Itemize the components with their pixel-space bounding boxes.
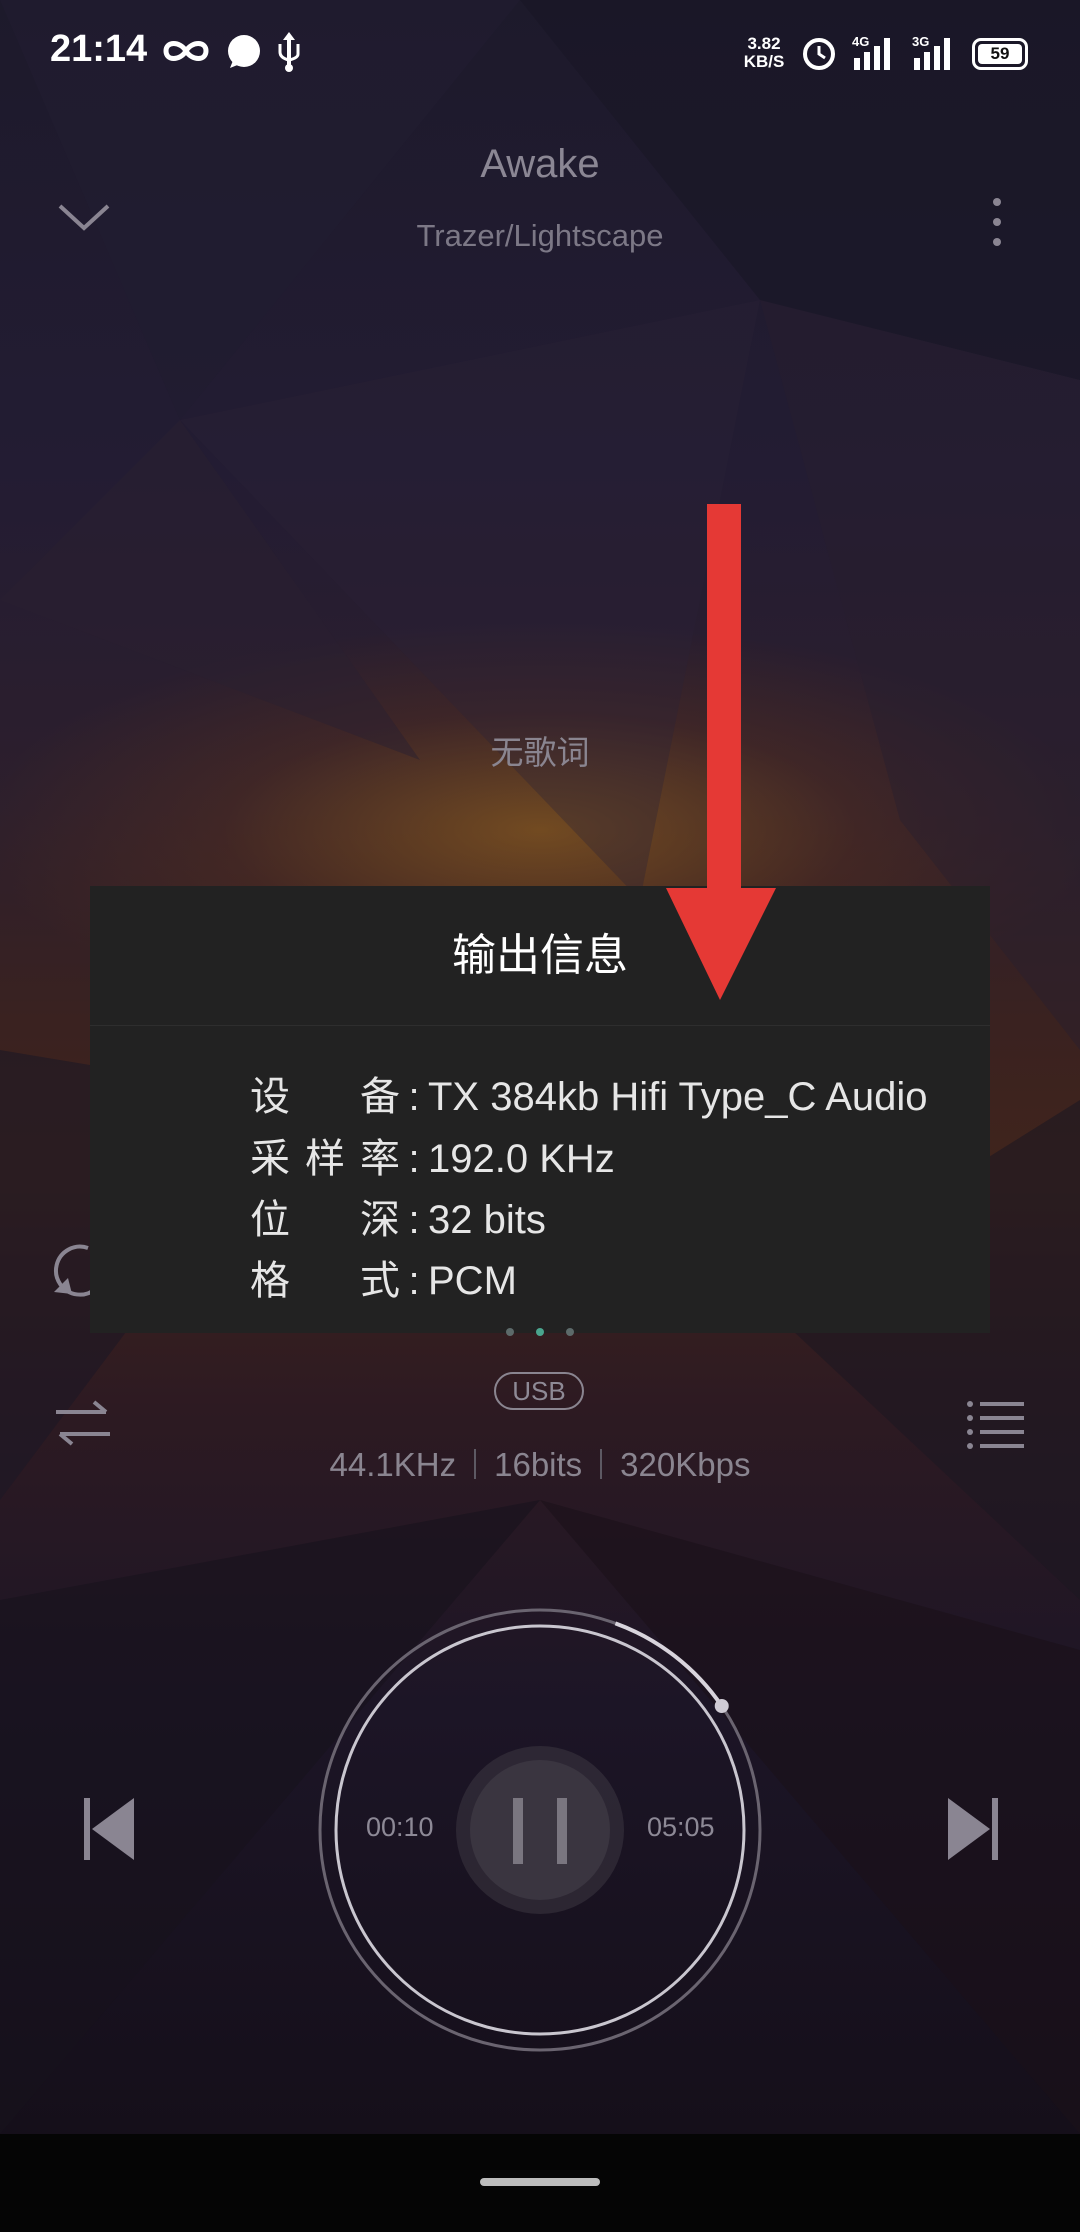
info-value: 192.0 KHz bbox=[428, 1137, 615, 1181]
shuffle-icon[interactable] bbox=[54, 1398, 114, 1448]
sample-rate: 44.1KHz bbox=[329, 1446, 457, 1483]
annotation-arrow-icon bbox=[666, 504, 776, 1000]
info-value: 32 bits bbox=[428, 1198, 546, 1242]
pause-button[interactable] bbox=[470, 1760, 610, 1900]
next-icon[interactable] bbox=[944, 1796, 1000, 1862]
audio-format-info: 44.1KHz 16bits 320Kbps bbox=[0, 1446, 1080, 1484]
info-label: 位深 bbox=[250, 1198, 400, 1242]
info-separator: : bbox=[408, 1075, 420, 1119]
output-badge[interactable]: USB bbox=[494, 1372, 584, 1410]
pause-icon bbox=[513, 1798, 523, 1864]
divider bbox=[474, 1449, 477, 1479]
info-value: PCM bbox=[428, 1259, 517, 1303]
info-row-format: 格式: PCM bbox=[250, 1248, 517, 1306]
home-indicator[interactable] bbox=[480, 2178, 600, 2186]
info-row-bit-depth: 位深:32 bits bbox=[250, 1187, 546, 1245]
info-row-device: 设备: TX 384kb Hifi Type_C Audio bbox=[250, 1064, 928, 1122]
page-dots bbox=[506, 1328, 574, 1336]
info-separator: : bbox=[408, 1137, 420, 1181]
playlist-icon[interactable] bbox=[966, 1398, 1026, 1452]
info-label: 采样率 bbox=[250, 1137, 400, 1181]
total-duration: 05:05 bbox=[647, 1812, 715, 1842]
info-separator: : bbox=[408, 1259, 420, 1303]
progress-knob[interactable] bbox=[714, 1699, 729, 1714]
divider bbox=[600, 1449, 603, 1479]
info-value: TX 384kb Hifi Type_C Audio bbox=[428, 1075, 928, 1119]
bitrate: 320Kbps bbox=[620, 1446, 751, 1483]
progress-arc bbox=[614, 1621, 724, 1708]
info-separator: : bbox=[408, 1198, 420, 1242]
bit-depth: 16bits bbox=[494, 1446, 583, 1483]
info-label: 格式 bbox=[250, 1259, 400, 1303]
elapsed-time: 00:10 bbox=[366, 1812, 434, 1842]
info-label: 设备 bbox=[250, 1075, 400, 1119]
pause-icon bbox=[557, 1798, 567, 1864]
previous-icon[interactable] bbox=[82, 1796, 138, 1862]
info-row-sample-rate: 采样率:192.0 KHz bbox=[250, 1126, 615, 1184]
